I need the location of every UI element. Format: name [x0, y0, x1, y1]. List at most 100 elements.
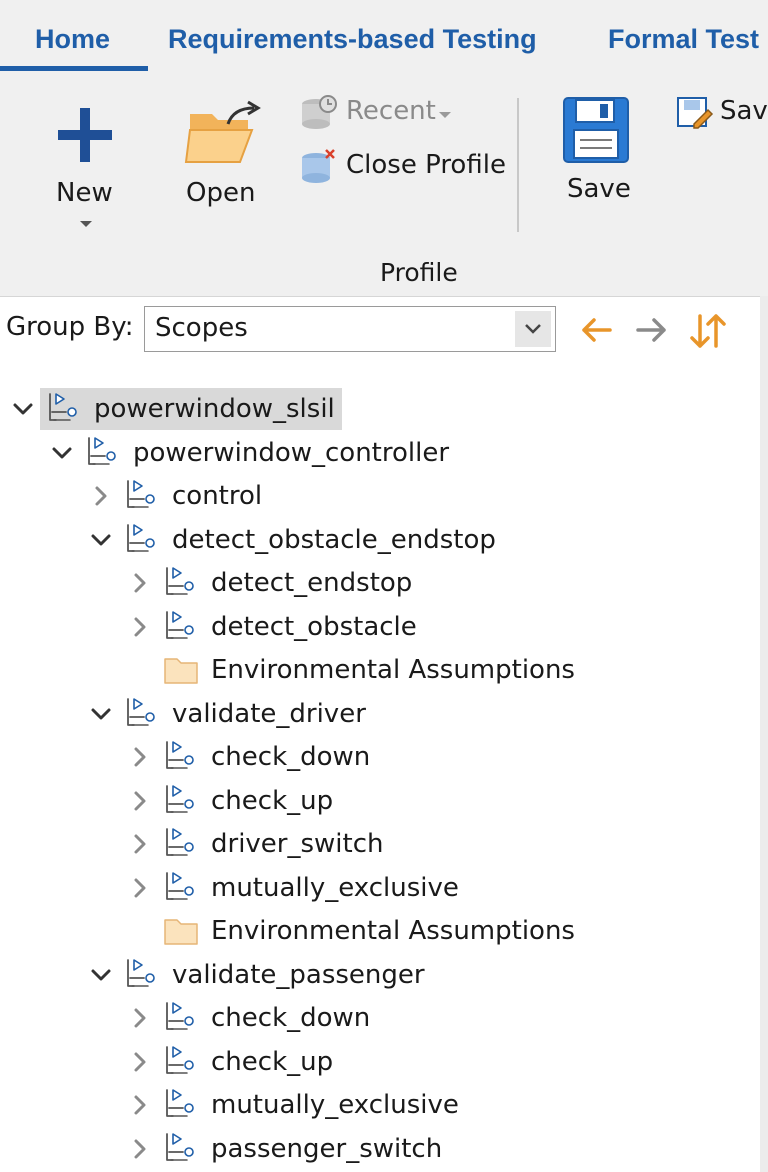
tree-node[interactable]: check_down — [0, 997, 760, 1039]
tree-node[interactable]: Environmental Assumptions — [0, 649, 760, 691]
tree-node-label: powerwindow_slsil — [94, 394, 335, 424]
chevron-down-icon — [80, 221, 92, 227]
chevron-right-icon[interactable] — [127, 570, 153, 596]
tree-node-label: detect_obstacle_endstop — [172, 524, 496, 555]
tree-node[interactable]: passenger_switch — [0, 1128, 760, 1170]
tree-node[interactable]: powerwindow_controller — [0, 432, 760, 474]
panel-splitter[interactable] — [760, 296, 768, 1172]
open-button[interactable]: Open — [180, 98, 266, 228]
save-as-icon — [677, 97, 714, 129]
tree-node-label: validate_driver — [172, 698, 366, 729]
scope-icon — [127, 523, 155, 552]
scope-icon — [166, 1045, 194, 1074]
tree-node-label: driver_switch — [211, 829, 384, 859]
scope-icon — [166, 567, 194, 595]
recent-button[interactable]: Recent — [296, 94, 466, 134]
new-button[interactable]: New — [46, 98, 126, 238]
recent-button-label: Recent — [346, 96, 436, 126]
scope-icon — [166, 784, 194, 813]
ribbon-group-label: Profile — [380, 258, 458, 287]
group-by-dropdown[interactable]: Scopes — [144, 306, 556, 352]
tree-node-label: check_up — [211, 1046, 334, 1077]
tree-node[interactable]: check_down — [0, 736, 760, 778]
forward-arrow-button[interactable] — [634, 312, 670, 348]
chevron-right-icon[interactable] — [127, 614, 153, 640]
chevron-right-icon[interactable] — [127, 875, 153, 901]
scope-icon — [166, 1089, 194, 1117]
floppy-disk-icon — [563, 97, 629, 163]
tree-node[interactable]: mutually_exclusive — [0, 1084, 760, 1126]
tree-node[interactable]: validate_driver — [0, 693, 760, 735]
tree-node[interactable]: check_up — [0, 780, 760, 822]
close-profile-button-label: Close Profile — [346, 150, 506, 180]
tree-node-label: mutually_exclusive — [211, 1090, 459, 1120]
tree-node-label: control — [172, 481, 263, 511]
tree-node-label: Environmental Assumptions — [211, 655, 575, 685]
scope-icon — [127, 697, 155, 726]
scope-icon — [166, 1002, 194, 1030]
chevron-right-icon[interactable] — [88, 483, 114, 509]
tree-node[interactable]: Environmental Assumptions — [0, 910, 760, 952]
group-by-selected-value: Scopes — [155, 313, 248, 343]
tree-node[interactable]: detect_endstop — [0, 562, 760, 604]
ribbon-tab-strip: Home Requirements-based Testing Formal T… — [0, 0, 768, 72]
save-as-button[interactable]: Sav — [674, 94, 768, 134]
tree-node[interactable]: detect_obstacle — [0, 606, 760, 648]
tree-node[interactable]: driver_switch — [0, 823, 760, 865]
tree-node[interactable]: powerwindow_slsil — [0, 388, 760, 430]
folder-open-icon — [184, 100, 261, 163]
tree-node-label: mutually_exclusive — [211, 872, 459, 903]
chevron-right-icon[interactable] — [127, 1005, 153, 1031]
sort-button[interactable] — [688, 312, 728, 350]
scope-icon — [127, 958, 155, 987]
tree-node-label: detect_endstop — [211, 568, 413, 598]
scope-icon — [88, 436, 116, 465]
database-clock-icon — [302, 95, 337, 129]
chevron-right-icon[interactable] — [127, 1049, 153, 1075]
back-arrow-button[interactable] — [578, 312, 614, 348]
chevron-right-icon[interactable] — [127, 744, 153, 770]
close-profile-button[interactable]: Close Profile — [296, 148, 512, 188]
chevron-down-icon — [525, 324, 541, 334]
tree-node[interactable]: mutually_exclusive — [0, 867, 760, 909]
tab-home[interactable]: Home — [35, 24, 110, 55]
chevron-down-icon[interactable] — [49, 440, 75, 466]
tree-node-label: powerwindow_controller — [133, 437, 450, 468]
tree-node[interactable]: validate_passenger — [0, 954, 760, 996]
scope-icon — [166, 741, 194, 769]
tab-formal-test[interactable]: Formal Test — [608, 24, 759, 55]
chevron-down-icon[interactable] — [88, 962, 114, 988]
chevron-down-icon[interactable] — [88, 701, 114, 727]
tree-node[interactable]: detect_obstacle_endstop — [0, 519, 760, 561]
scope-icon — [166, 828, 194, 856]
tab-requirements-based-testing[interactable]: Requirements-based Testing — [168, 24, 537, 55]
new-button-label: New — [56, 178, 113, 208]
database-close-icon — [302, 149, 335, 183]
tree-node-label: check_down — [211, 742, 371, 772]
save-button[interactable]: Save — [556, 94, 640, 224]
ribbon-separator — [517, 98, 519, 232]
chevron-down-icon — [439, 112, 451, 118]
scope-icon — [166, 610, 194, 639]
tree-node-label: Environmental Assumptions — [211, 916, 575, 946]
active-tab-indicator — [0, 66, 148, 71]
dropdown-toggle-button[interactable] — [515, 311, 551, 347]
scope-icon — [166, 1132, 194, 1161]
chevron-right-icon[interactable] — [127, 1092, 153, 1118]
tree-node-label: check_down — [211, 1003, 371, 1033]
chevron-right-icon[interactable] — [127, 1136, 153, 1162]
plus-icon — [58, 108, 112, 162]
scope-icon — [127, 480, 155, 508]
tree-node-label: check_up — [211, 785, 334, 816]
folder-icon — [164, 919, 198, 945]
tree-node-label: passenger_switch — [211, 1133, 443, 1164]
scope-icon — [49, 393, 77, 421]
chevron-right-icon[interactable] — [127, 788, 153, 814]
scope-icon — [166, 871, 194, 900]
chevron-right-icon[interactable] — [127, 831, 153, 857]
tree-node[interactable]: check_up — [0, 1041, 760, 1083]
save-button-label: Save — [567, 174, 631, 204]
tree-node[interactable]: control — [0, 475, 760, 517]
chevron-down-icon[interactable] — [10, 396, 36, 422]
chevron-down-icon[interactable] — [88, 527, 114, 553]
